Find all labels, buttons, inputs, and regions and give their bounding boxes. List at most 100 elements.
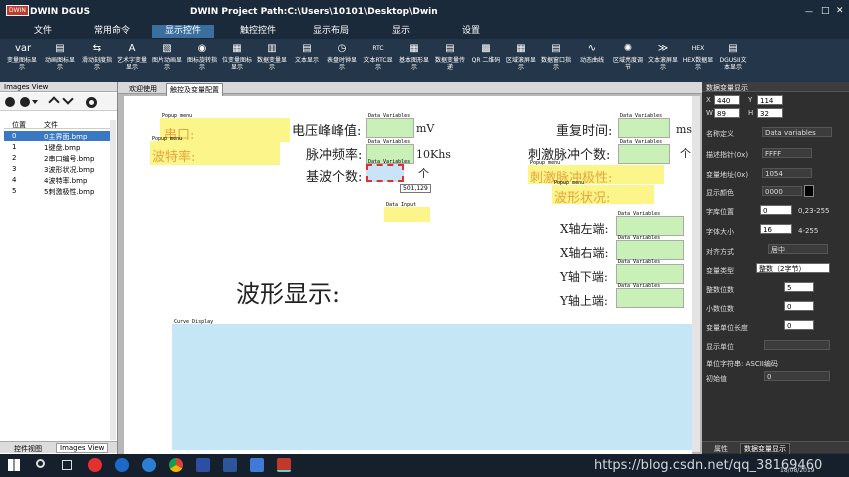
file-position: 3 [12, 165, 17, 173]
tool-data-transfer[interactable]: ▤ 数据变量传递 [434, 42, 466, 80]
tab-properties[interactable]: 属性 [714, 444, 728, 454]
tool-hex-data[interactable]: HEX HEX数据显示 [682, 42, 714, 80]
color-swatch[interactable] [804, 185, 814, 197]
y-field[interactable]: 114 [757, 95, 783, 105]
var-repeat-time[interactable] [618, 118, 670, 138]
x-field[interactable]: 440 [714, 95, 740, 105]
tool-animation-icon[interactable]: ▤ 动画图标显示 [44, 42, 76, 80]
column-position: 位置 [12, 121, 26, 129]
curve-display[interactable] [172, 324, 692, 450]
app-icon-cloud[interactable] [250, 458, 264, 472]
menu-touch-controls[interactable]: 触控控件 [228, 25, 288, 38]
file-list-row[interactable]: 1 1键盘.bmp [4, 142, 110, 152]
align-select[interactable]: 居中 [768, 244, 828, 254]
popup-waveform[interactable]: 波形状况: [552, 185, 654, 206]
canvas-vertical-scrollbar[interactable] [692, 96, 700, 452]
tool-data-window[interactable]: ▤ 数据窗口指示 [540, 42, 572, 80]
file-list-row[interactable]: 2 2串口编号.bmp [4, 153, 110, 163]
h-field[interactable]: 32 [757, 108, 783, 118]
tab-images-view[interactable]: Images View [56, 443, 109, 453]
menu-display-controls[interactable]: 显示控件 [152, 25, 214, 38]
tool-text-scroll[interactable]: ≫ 文本滚屏显示 [647, 42, 679, 80]
tool-brightness[interactable]: ✺ 区域亮度调节 [612, 42, 644, 80]
dec-digits-field[interactable]: 0 [784, 301, 814, 311]
file-list-row[interactable]: 5 5刺激极性.bmp [4, 186, 110, 196]
w-label: W [706, 109, 713, 117]
dwin-taskbar-icon[interactable] [277, 458, 291, 472]
w-field[interactable]: 89 [714, 108, 740, 118]
move-up-icon[interactable] [48, 96, 60, 108]
initial-value-field[interactable]: 0 [764, 371, 830, 381]
var-stim-count[interactable] [618, 144, 670, 164]
task-view-icon[interactable] [62, 460, 72, 470]
app-icon-a[interactable] [196, 458, 210, 472]
tab-welcome[interactable]: 欢迎使用 [126, 83, 160, 95]
var-y-high[interactable] [616, 288, 684, 308]
maximize-button[interactable]: □ [821, 6, 830, 16]
menu-display-layout[interactable]: 显示布局 [300, 25, 362, 38]
popup-polarity[interactable]: 刺激脉冲极性: [528, 165, 664, 186]
menu-file[interactable]: 文件 [18, 25, 68, 38]
word-icon[interactable] [223, 458, 237, 472]
close-button[interactable]: ✕ [836, 6, 844, 16]
design-area: 欢迎使用 触控及变量配置 Popup menu 串口: Popup menu 波… [118, 82, 702, 454]
tool-var-icon[interactable]: var 变量图标显示 [6, 42, 38, 80]
tool-bit-variable[interactable]: ▦ 位变量图标显示 [221, 42, 253, 80]
remove-image-icon[interactable] [20, 97, 30, 107]
screen-canvas[interactable]: Popup menu 串口: Popup menu 波特率: 电压峰峰值: 脉冲… [124, 96, 692, 454]
add-image-icon[interactable] [5, 97, 15, 107]
file-list-row[interactable]: 3 3波形状况.bmp [4, 164, 110, 174]
scrollbar-right[interactable] [110, 120, 116, 440]
var-address-field[interactable]: 1054 [762, 168, 812, 178]
tool-text-display[interactable]: ▤ 文本显示 [291, 42, 323, 80]
tool-dgus-text[interactable]: ▤ DGUSII文本显示 [717, 42, 749, 80]
chrome-icon[interactable] [169, 458, 183, 472]
tool-slider-scale[interactable]: ⇆ 滑动刻度指示 [81, 42, 113, 80]
var-y-low[interactable] [616, 264, 684, 284]
int-digits-field[interactable]: 5 [784, 282, 814, 292]
preview-eye-icon[interactable] [86, 97, 97, 108]
align-label: 对齐方式 [706, 248, 734, 256]
color-field[interactable]: 0000 [762, 186, 802, 196]
tool-icon-rotate[interactable]: ◉ 图标旋转指示 [186, 42, 218, 80]
tool-region-scroll[interactable]: ▦ 区域滚屏显示 [505, 42, 537, 80]
unit-length-field[interactable]: 0 [784, 320, 814, 330]
tool-dynamic-curve[interactable]: ∿ 动态曲线 [576, 42, 608, 80]
windows-start-icon[interactable] [8, 459, 20, 471]
menu-settings[interactable]: 设置 [448, 25, 494, 38]
tool-text-rtc[interactable]: RTC 文本RTC显示 [362, 42, 394, 80]
var-x-left[interactable] [616, 216, 684, 236]
menu-common[interactable]: 常用命令 [82, 25, 142, 38]
tool-art-text[interactable]: A 艺术字变量显示 [116, 42, 148, 80]
var-base-wave-selected[interactable] [366, 164, 404, 182]
tool-qr-code[interactable]: ▩ QR 二维码 [470, 42, 502, 80]
name-field[interactable]: Data variables [762, 127, 832, 137]
data-input-box[interactable] [384, 207, 430, 222]
font-size-field[interactable]: 16 [760, 224, 792, 234]
popup-baudrate[interactable]: 波特率: [150, 141, 280, 165]
panel-bottom-tabs: 控件视图 Images View [0, 441, 117, 453]
var-voltage[interactable] [366, 118, 414, 138]
tool-basic-graphics[interactable]: ▦ 基本图形显示 [398, 42, 430, 80]
var-type-select[interactable]: 整数（2字节） [756, 263, 830, 273]
search-icon[interactable] [36, 459, 45, 468]
move-down-icon[interactable] [62, 93, 74, 105]
desc-pointer-field[interactable]: FFFF [762, 148, 812, 158]
app-icon-k[interactable] [142, 458, 156, 472]
var-x-right[interactable] [616, 240, 684, 260]
tab-control-view[interactable]: 控件视图 [14, 444, 42, 454]
minimize-button[interactable]: — [805, 7, 813, 16]
tool-data-variable[interactable]: ▥ 数据变量显示 [256, 42, 288, 80]
display-unit-field[interactable] [764, 340, 830, 350]
font-size-label: 字体大小 [706, 228, 734, 236]
tool-clock[interactable]: ◷ 表盘时钟显示 [326, 42, 358, 80]
font-lib-field[interactable]: 0 [760, 205, 792, 215]
app-icon-1[interactable] [88, 458, 102, 472]
file-list-row[interactable]: 4 4波特率.bmp [4, 175, 110, 185]
chevron-down-icon[interactable] [32, 100, 38, 104]
file-list-row[interactable]: 0 0主界面.bmp [4, 131, 110, 141]
edge-icon[interactable] [115, 458, 129, 472]
menu-display[interactable]: 显示 [378, 25, 424, 38]
tool-image-animation[interactable]: ▧ 图片动画显示 [151, 42, 183, 80]
tab-touch-variable-config[interactable]: 触控及变量配置 [166, 83, 223, 96]
